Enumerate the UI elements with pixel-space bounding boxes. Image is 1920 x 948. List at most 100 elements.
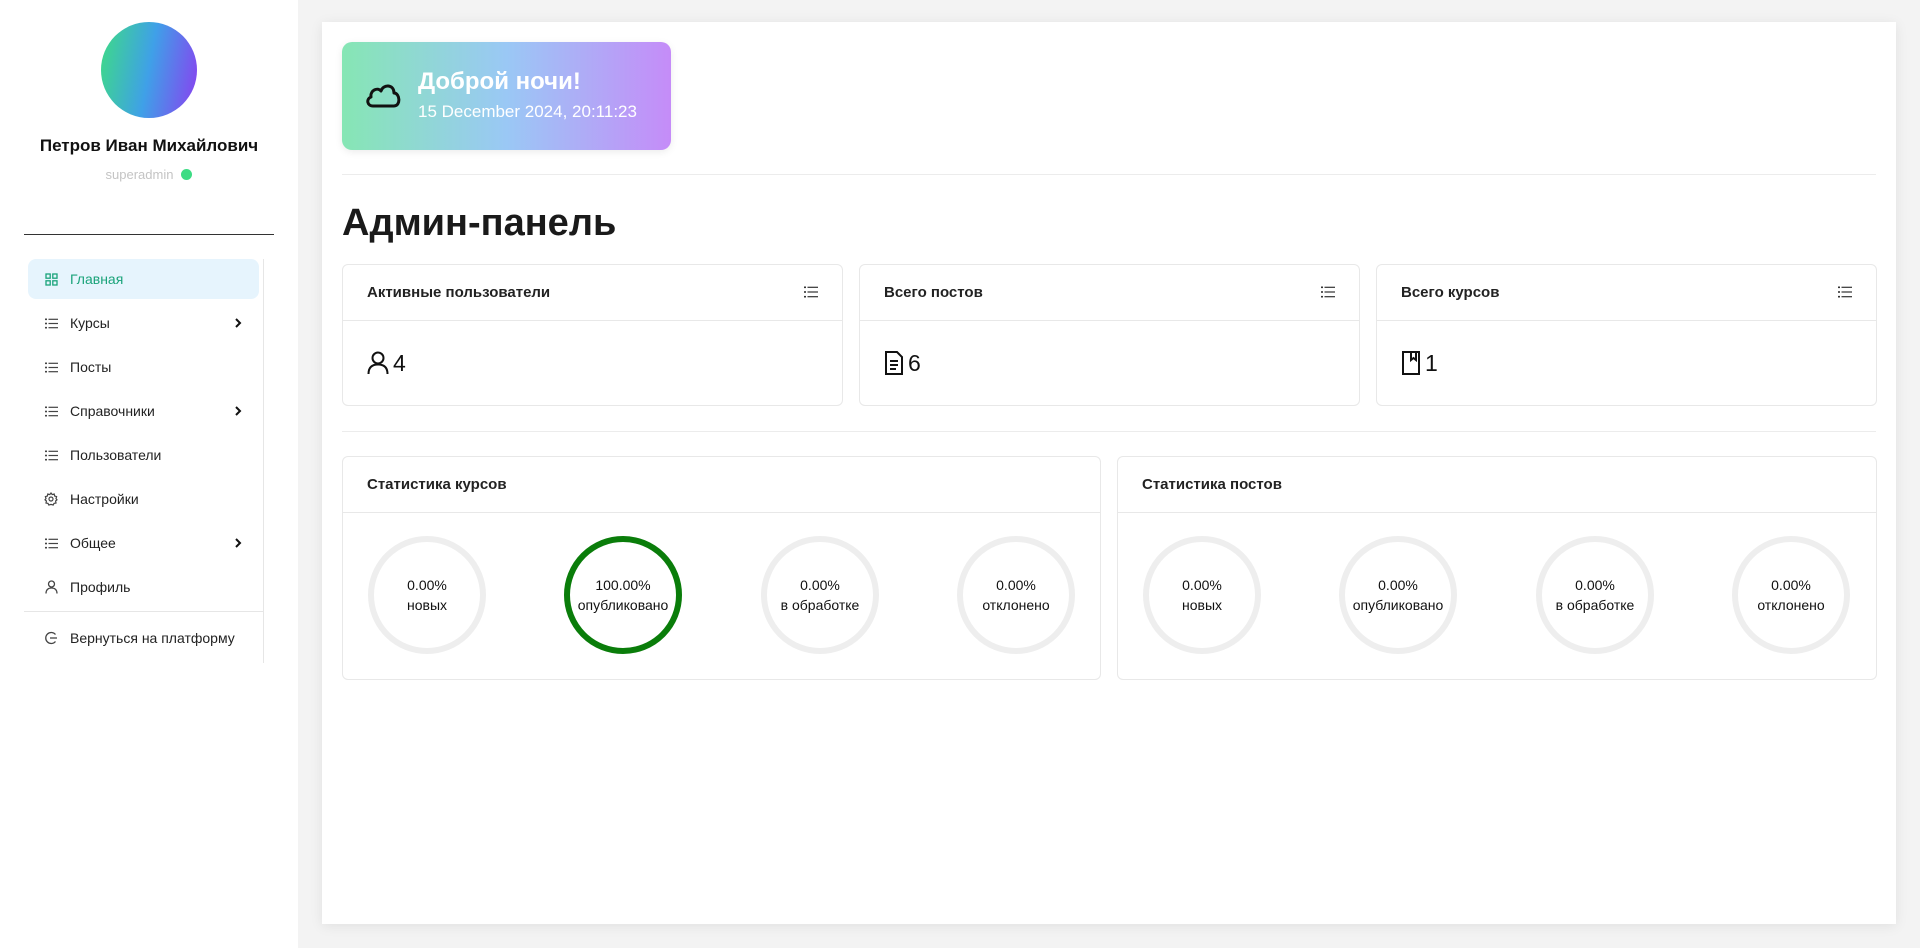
card-header: Активные пользователи [343, 265, 842, 321]
sidebar-item-profile[interactable]: Профиль [28, 567, 259, 607]
stat-ring-rejected: 0.00% отклонено [956, 535, 1076, 655]
card-body: 4 [343, 321, 842, 405]
stat-ring-new: 0.00% новых [367, 535, 487, 655]
back-to-platform-link[interactable]: Вернуться на платформу [28, 618, 259, 658]
stat-percent: 0.00% [1378, 577, 1418, 593]
list-icon [44, 316, 58, 330]
chevron-right-icon [231, 316, 245, 330]
back-to-platform-label: Вернуться на платформу [70, 630, 235, 646]
sidebar-item-label: Настройки [70, 491, 139, 507]
list-icon[interactable] [1321, 285, 1335, 298]
sidebar-item-label: Пользователи [70, 447, 162, 463]
sidebar-nav: Главная Курсы Посты Справочники Пользова… [24, 259, 264, 663]
card-header: Статистика курсов [343, 457, 1100, 513]
card-title: Всего курсов [1401, 284, 1500, 301]
stat-percent: 0.00% [1575, 577, 1615, 593]
stat-ring-published: 100.00% опубликовано [563, 535, 683, 655]
divider [342, 174, 1876, 175]
sidebar-item-label: Общее [70, 535, 116, 551]
cloud-icon [364, 80, 402, 110]
greeting-datetime: 15 December 2024, 20:11:23 [418, 102, 637, 121]
post-stats-card: Статистика постов 0.00% новых 0.00% опуб… [1117, 456, 1877, 680]
list-icon [44, 360, 58, 374]
user-name: Петров Иван Михайлович [39, 136, 259, 155]
stat-ring-processing: 0.00% в обработке [1535, 535, 1655, 655]
summary-card-active-users: Активные пользователи 4 [342, 264, 843, 406]
sidebar-item-courses[interactable]: Курсы [28, 303, 259, 343]
nav-divider [24, 611, 263, 612]
summary-value: 6 [908, 349, 921, 376]
summary-card-total-courses: Всего курсов 1 [1376, 264, 1877, 406]
document-icon [885, 351, 903, 375]
stat-percent: 0.00% [996, 577, 1036, 593]
sidebar-item-posts[interactable]: Посты [28, 347, 259, 387]
book-icon [1402, 351, 1420, 375]
stat-ring-processing: 0.00% в обработке [760, 535, 880, 655]
user-role-row: superadmin [0, 167, 298, 182]
sidebar-divider [24, 234, 274, 235]
stat-percent: 0.00% [407, 577, 447, 593]
list-icon [44, 536, 58, 550]
stat-percent: 0.00% [800, 577, 840, 593]
card-title: Всего постов [884, 284, 983, 301]
stat-percent: 100.00% [595, 577, 651, 593]
sidebar-item-label: Главная [70, 271, 124, 287]
summary-value: 4 [393, 349, 406, 376]
logout-icon [44, 631, 58, 645]
card-header: Всего курсов [1377, 265, 1876, 321]
divider [342, 431, 1876, 432]
list-icon[interactable] [1838, 285, 1852, 298]
grid-icon [44, 272, 58, 286]
card-body: 6 [860, 321, 1359, 405]
sidebar-item-general[interactable]: Общее [28, 523, 259, 563]
stat-label: в обработке [780, 597, 860, 613]
gear-icon [44, 492, 58, 506]
card-title: Статистика курсов [367, 476, 507, 493]
stat-percent: 0.00% [1771, 577, 1811, 593]
stat-label: новых [1181, 597, 1223, 613]
sidebar-item-home[interactable]: Главная [28, 259, 259, 299]
main-panel: Доброй ночи! 15 December 2024, 20:11:23 … [322, 22, 1896, 924]
stat-label: отклонено [982, 597, 1050, 613]
sidebar-item-label: Профиль [70, 579, 131, 595]
card-header: Статистика постов [1118, 457, 1876, 513]
stat-ring-rejected: 0.00% отклонено [1731, 535, 1851, 655]
list-icon [44, 448, 58, 462]
stat-label: отклонено [1757, 597, 1825, 613]
stats-rings: 0.00% новых 0.00% опубликовано 0.00% в о… [1118, 513, 1876, 679]
user-icon [367, 351, 389, 375]
stat-percent: 0.00% [1182, 577, 1222, 593]
sidebar-item-label: Посты [70, 359, 112, 375]
chevron-right-icon [231, 404, 245, 418]
chevron-right-icon [231, 536, 245, 550]
sidebar-item-users[interactable]: Пользователи [28, 435, 259, 475]
stat-label: в обработке [1555, 597, 1635, 613]
summary-card-total-posts: Всего постов 6 [859, 264, 1360, 406]
list-icon[interactable] [804, 285, 818, 298]
card-title: Статистика постов [1142, 476, 1282, 493]
avatar[interactable] [101, 22, 197, 118]
online-status-dot [181, 169, 193, 180]
sidebar-item-settings[interactable]: Настройки [28, 479, 259, 519]
stat-ring-published: 0.00% опубликовано [1338, 535, 1458, 655]
page-title: Админ-панель [342, 202, 617, 244]
summary-value: 1 [1425, 349, 1438, 376]
sidebar-item-label: Справочники [70, 403, 155, 419]
sidebar-item-label: Курсы [70, 315, 110, 331]
course-stats-card: Статистика курсов 0.00% новых 100.00% оп… [342, 456, 1101, 680]
stat-label: опубликовано [1352, 597, 1444, 613]
greeting-title: Доброй ночи! [418, 68, 581, 95]
card-header: Всего постов [860, 265, 1359, 321]
user-icon [44, 580, 58, 594]
card-body: 1 [1377, 321, 1876, 405]
card-title: Активные пользователи [367, 284, 551, 301]
stat-ring-new: 0.00% новых [1142, 535, 1262, 655]
stat-label: новых [406, 597, 448, 613]
sidebar-item-references[interactable]: Справочники [28, 391, 259, 431]
list-icon [44, 404, 58, 418]
user-role: superadmin [105, 167, 174, 182]
sidebar: Петров Иван Михайлович superadmin Главна… [0, 0, 298, 948]
stats-rings: 0.00% новых 100.00% опубликовано 0.00% в… [343, 513, 1100, 679]
stat-label: опубликовано [577, 597, 669, 613]
greeting-card: Доброй ночи! 15 December 2024, 20:11:23 [342, 42, 671, 150]
